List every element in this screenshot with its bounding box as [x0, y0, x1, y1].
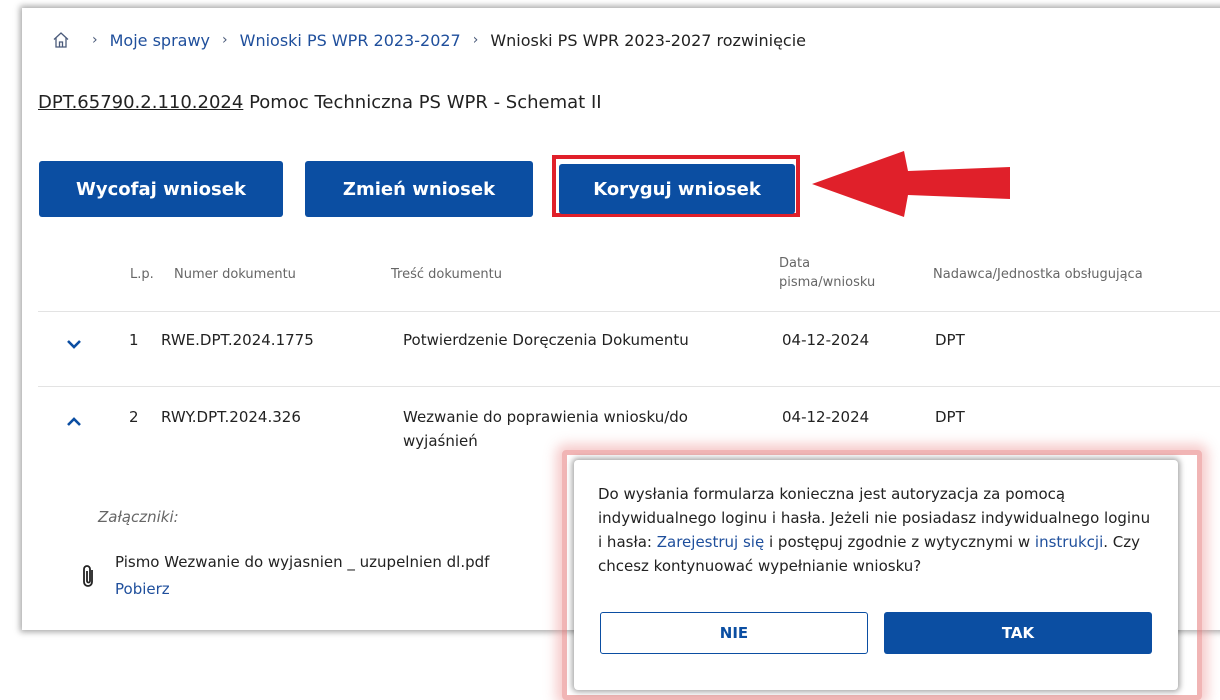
dialog-message: Do wysłania formularza konieczna jest au… — [598, 482, 1158, 578]
chevron-right-icon: › — [472, 32, 479, 48]
no-button[interactable]: NIE — [600, 612, 868, 654]
row-1-sender: DPT — [935, 331, 965, 349]
register-link[interactable]: Zarejestruj się — [657, 533, 764, 551]
yes-button[interactable]: TAK — [884, 612, 1152, 654]
header-date-line1: Data — [779, 256, 811, 271]
header-date: Data pisma/wniosku — [779, 254, 875, 292]
chevron-down-icon[interactable] — [66, 338, 82, 350]
row-1-lp: 1 — [129, 331, 139, 349]
download-link[interactable]: Pobierz — [115, 580, 170, 598]
row-1-date: 04-12-2024 — [782, 331, 870, 349]
change-application-button[interactable]: Zmień wniosek — [305, 161, 533, 217]
header-document-content: Treść dokumentu — [391, 267, 502, 282]
case-title-text: Pomoc Techniczna PS WPR - Schemat II — [249, 92, 602, 113]
paperclip-icon — [83, 565, 93, 587]
attachments-label: Załączniki: — [98, 508, 179, 526]
header-document-number: Numer dokumentu — [174, 267, 296, 282]
home-icon[interactable] — [52, 31, 70, 49]
breadcrumb: › Moje sprawy › Wnioski PS WPR 2023-2027… — [52, 28, 806, 52]
withdraw-application-button[interactable]: Wycofaj wniosek — [39, 161, 283, 217]
authorization-dialog: Do wysłania formularza konieczna jest au… — [574, 460, 1178, 690]
chevron-right-icon: › — [92, 32, 98, 48]
row-2-content-line1: Wezwanie do poprawienia wniosku/do — [403, 408, 688, 426]
row-1-content: Potwierdzenie Doręczenia Dokumentu — [403, 331, 689, 349]
row-2-date: 04-12-2024 — [782, 408, 870, 426]
dialog-text-2: i postępuj zgodnie z wytycznymi w — [768, 533, 1031, 551]
breadcrumb-link-moje-sprawy[interactable]: Moje sprawy — [110, 31, 210, 50]
header-date-line2: pisma/wniosku — [779, 275, 876, 290]
row-2-number: RWY.DPT.2024.326 — [161, 408, 301, 426]
breadcrumb-current: Wnioski PS WPR 2023-2027 rozwinięcie — [490, 30, 806, 50]
chevron-up-icon[interactable] — [66, 416, 82, 428]
row-1-number: RWE.DPT.2024.1775 — [161, 331, 314, 349]
row-2-lp: 2 — [129, 408, 139, 426]
instructions-link[interactable]: instrukcji — [1035, 533, 1103, 551]
header-lp: L.p. — [130, 267, 154, 282]
attachment-file-name: Pismo Wezwanie do wyjasnien _ uzupelnien… — [115, 553, 490, 571]
header-sender: Nadawca/Jednostka obsługująca — [933, 267, 1143, 282]
annotation-arrow-icon — [812, 151, 1010, 217]
row-divider — [38, 311, 1220, 312]
row-2-sender: DPT — [935, 408, 965, 426]
row-2-content: Wezwanie do poprawienia wniosku/do wyjaś… — [403, 405, 688, 453]
row-divider — [38, 386, 1220, 387]
correct-application-button[interactable]: Koryguj wniosek — [559, 164, 795, 214]
chevron-right-icon: › — [222, 32, 228, 48]
page-title: DPT.65790.2.110.2024 Pomoc Techniczna PS… — [38, 92, 602, 113]
breadcrumb-link-wnioski[interactable]: Wnioski PS WPR 2023-2027 — [240, 31, 461, 50]
case-number: DPT.65790.2.110.2024 — [38, 92, 244, 113]
